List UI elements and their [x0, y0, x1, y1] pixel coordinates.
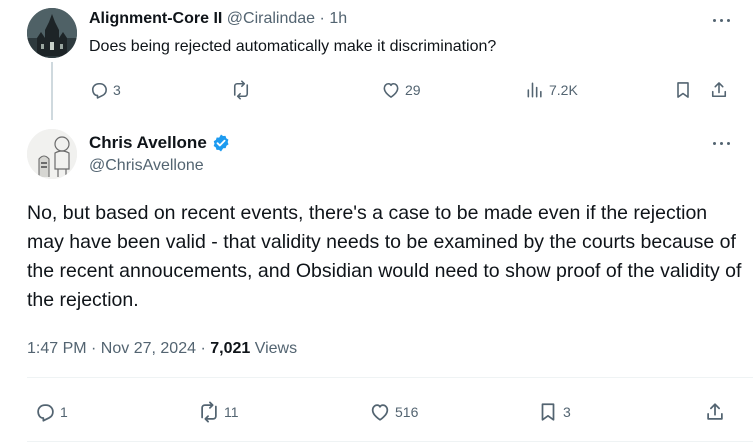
- parent-bookmark-button[interactable]: [673, 78, 693, 102]
- tweet-views-count: 7,021: [210, 340, 251, 357]
- parent-header: Alignment-Core II @Ciralindae · 1h: [89, 10, 347, 28]
- parent-views-button[interactable]: 7.2K: [525, 78, 578, 102]
- like-icon: [383, 82, 399, 98]
- bookmark-icon: [677, 82, 689, 98]
- repost-icon: [233, 80, 249, 100]
- verified-badge-icon[interactable]: [211, 133, 231, 153]
- repost-count: 11: [224, 404, 239, 420]
- author-name-row: Chris Avellone: [89, 133, 231, 153]
- parent-views-count: 7.2K: [549, 82, 578, 98]
- parent-reply-button[interactable]: 3: [89, 78, 121, 102]
- meta-separator: ·: [200, 340, 206, 357]
- bookmark-count: 3: [563, 404, 571, 420]
- tweet-timestamp[interactable]: 1:47 PM · Nov 27, 2024: [27, 340, 196, 357]
- views-icon: [527, 82, 542, 98]
- repost-icon: [201, 401, 217, 423]
- author-name[interactable]: Chris Avellone: [89, 133, 207, 153]
- tweet-text: No, but based on recent events, there's …: [27, 202, 742, 311]
- like-button[interactable]: 516: [369, 400, 418, 424]
- parent-share-button[interactable]: [709, 78, 729, 102]
- like-icon: [371, 404, 389, 421]
- bookmark-button[interactable]: 3: [537, 400, 571, 424]
- share-icon: [707, 403, 723, 420]
- reply-icon: [91, 82, 107, 99]
- like-count: 516: [395, 404, 419, 420]
- parent-tweet[interactable]: Alignment-Core II @Ciralindae · 1h Does …: [0, 0, 753, 120]
- parent-tweet-text: Does being rejected automatically make i…: [89, 38, 497, 55]
- parent-like-count: 29: [405, 82, 421, 98]
- tweet-meta: 1:47 PM · Nov 27, 2024 · 7,021 Views: [27, 340, 297, 358]
- parent-more-icon[interactable]: [710, 10, 736, 30]
- parent-like-button[interactable]: 29: [381, 78, 421, 102]
- tweet-more-icon[interactable]: [710, 133, 736, 153]
- divider-bottom: [27, 441, 753, 442]
- parent-header-separator: ·: [319, 10, 325, 27]
- thread-line: [51, 62, 53, 120]
- share-icon: [711, 82, 727, 98]
- reply-icon: [37, 404, 54, 422]
- divider-top: [27, 377, 753, 378]
- author-avatar[interactable]: [27, 129, 77, 179]
- repost-button[interactable]: 11: [198, 400, 239, 424]
- parent-timestamp[interactable]: 1h: [329, 10, 347, 27]
- parent-repost-button[interactable]: [231, 78, 255, 102]
- parent-avatar[interactable]: [27, 8, 77, 58]
- reply-button[interactable]: 1: [34, 400, 68, 424]
- bookmark-icon: [541, 403, 555, 421]
- reply-count: 1: [60, 404, 68, 420]
- parent-action-bar: 3 29 7.2K: [89, 78, 739, 102]
- tweet-views-label: Views: [254, 340, 298, 357]
- tweet-action-bar: 1 11 516 3: [27, 400, 737, 426]
- author-handle[interactable]: @ChrisAvellone: [89, 157, 204, 175]
- parent-author-name[interactable]: Alignment-Core II: [89, 10, 222, 27]
- parent-author-handle[interactable]: @Ciralindae: [227, 10, 315, 27]
- share-button[interactable]: [704, 400, 726, 424]
- parent-reply-count: 3: [113, 82, 121, 98]
